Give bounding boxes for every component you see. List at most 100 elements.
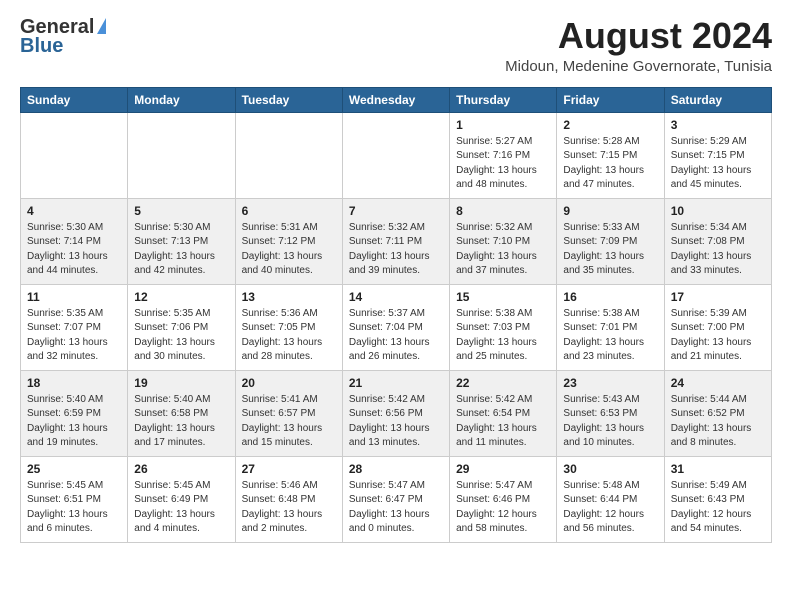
day-info: Sunrise: 5:34 AM Sunset: 7:08 PM Dayligh…: [671, 221, 765, 279]
day-info: Sunrise: 5:41 AM Sunset: 6:57 PM Dayligh…: [242, 393, 336, 451]
calendar-week-row: 18 Sunrise: 5:40 AM Sunset: 6:59 PM Dayli…: [21, 370, 772, 456]
day-info: Sunrise: 5:42 AM Sunset: 6:54 PM Dayligh…: [456, 393, 550, 451]
calendar-header-row: SundayMondayTuesdayWednesdayThursdayFrid…: [21, 87, 772, 112]
month-year-title: August 2024: [505, 16, 772, 56]
day-number: 17: [671, 290, 765, 304]
day-number: 3: [671, 118, 765, 132]
calendar-week-row: 1 Sunrise: 5:27 AM Sunset: 7:16 PM Daylig…: [21, 112, 772, 198]
day-info: Sunrise: 5:32 AM Sunset: 7:10 PM Dayligh…: [456, 221, 550, 279]
day-number: 2: [563, 118, 657, 132]
day-info: Sunrise: 5:35 AM Sunset: 7:07 PM Dayligh…: [27, 307, 121, 365]
page-header: General Blue August 2024 Midoun, Medenin…: [20, 16, 772, 75]
day-info: Sunrise: 5:39 AM Sunset: 7:00 PM Dayligh…: [671, 307, 765, 365]
calendar-cell: 16 Sunrise: 5:38 AM Sunset: 7:01 PM Dayli…: [557, 284, 664, 370]
calendar-header-tuesday: Tuesday: [235, 87, 342, 112]
day-info: Sunrise: 5:35 AM Sunset: 7:06 PM Dayligh…: [134, 307, 228, 365]
day-number: 18: [27, 376, 121, 390]
calendar-cell: [128, 112, 235, 198]
calendar-cell: 10 Sunrise: 5:34 AM Sunset: 7:08 PM Dayli…: [664, 198, 771, 284]
day-number: 7: [349, 204, 443, 218]
day-info: Sunrise: 5:30 AM Sunset: 7:13 PM Dayligh…: [134, 221, 228, 279]
day-info: Sunrise: 5:27 AM Sunset: 7:16 PM Dayligh…: [456, 135, 550, 193]
calendar-cell: 19 Sunrise: 5:40 AM Sunset: 6:58 PM Dayli…: [128, 370, 235, 456]
day-info: Sunrise: 5:45 AM Sunset: 6:51 PM Dayligh…: [27, 479, 121, 537]
calendar-cell: 6 Sunrise: 5:31 AM Sunset: 7:12 PM Daylig…: [235, 198, 342, 284]
day-number: 8: [456, 204, 550, 218]
day-number: 16: [563, 290, 657, 304]
day-info: Sunrise: 5:38 AM Sunset: 7:01 PM Dayligh…: [563, 307, 657, 365]
day-number: 24: [671, 376, 765, 390]
calendar-cell: 7Sunrise: 5:32 AM Sunset: 7:11 PM Daylig…: [342, 198, 449, 284]
day-number: 13: [242, 290, 336, 304]
day-number: 30: [563, 462, 657, 476]
day-number: 20: [242, 376, 336, 390]
day-number: 15: [456, 290, 550, 304]
day-info: Sunrise: 5:38 AM Sunset: 7:03 PM Dayligh…: [456, 307, 550, 365]
calendar-cell: 14 Sunrise: 5:37 AM Sunset: 7:04 PM Dayli…: [342, 284, 449, 370]
day-number: 25: [27, 462, 121, 476]
calendar-cell: 13 Sunrise: 5:36 AM Sunset: 7:05 PM Dayli…: [235, 284, 342, 370]
calendar-header-saturday: Saturday: [664, 87, 771, 112]
calendar-cell: 28 Sunrise: 5:47 AM Sunset: 6:47 PM Dayli…: [342, 456, 449, 542]
calendar-cell: 26Sunrise: 5:45 AM Sunset: 6:49 PM Dayli…: [128, 456, 235, 542]
calendar-cell: 15 Sunrise: 5:38 AM Sunset: 7:03 PM Dayli…: [450, 284, 557, 370]
day-info: Sunrise: 5:49 AM Sunset: 6:43 PM Dayligh…: [671, 479, 765, 537]
day-info: Sunrise: 5:40 AM Sunset: 6:58 PM Dayligh…: [134, 393, 228, 451]
day-info: Sunrise: 5:30 AM Sunset: 7:14 PM Dayligh…: [27, 221, 121, 279]
calendar-cell: [21, 112, 128, 198]
calendar-cell: 21 Sunrise: 5:42 AM Sunset: 6:56 PM Dayli…: [342, 370, 449, 456]
calendar-table: SundayMondayTuesdayWednesdayThursdayFrid…: [20, 87, 772, 543]
calendar-cell: 8 Sunrise: 5:32 AM Sunset: 7:10 PM Daylig…: [450, 198, 557, 284]
day-info: Sunrise: 5:43 AM Sunset: 6:53 PM Dayligh…: [563, 393, 657, 451]
calendar-cell: 18 Sunrise: 5:40 AM Sunset: 6:59 PM Dayli…: [21, 370, 128, 456]
day-number: 11: [27, 290, 121, 304]
calendar-cell: 17 Sunrise: 5:39 AM Sunset: 7:00 PM Dayli…: [664, 284, 771, 370]
day-info: Sunrise: 5:31 AM Sunset: 7:12 PM Dayligh…: [242, 221, 336, 279]
calendar-header-wednesday: Wednesday: [342, 87, 449, 112]
day-number: 9: [563, 204, 657, 218]
calendar-cell: 5Sunrise: 5:30 AM Sunset: 7:13 PM Daylig…: [128, 198, 235, 284]
calendar-week-row: 25 Sunrise: 5:45 AM Sunset: 6:51 PM Dayli…: [21, 456, 772, 542]
calendar-cell: 23Sunrise: 5:43 AM Sunset: 6:53 PM Dayli…: [557, 370, 664, 456]
day-info: Sunrise: 5:46 AM Sunset: 6:48 PM Dayligh…: [242, 479, 336, 537]
day-number: 28: [349, 462, 443, 476]
day-number: 27: [242, 462, 336, 476]
location-subtitle: Midoun, Medenine Governorate, Tunisia: [505, 58, 772, 75]
day-number: 19: [134, 376, 228, 390]
day-number: 29: [456, 462, 550, 476]
calendar-week-row: 4 Sunrise: 5:30 AM Sunset: 7:14 PM Daylig…: [21, 198, 772, 284]
calendar-header-monday: Monday: [128, 87, 235, 112]
calendar-cell: 12Sunrise: 5:35 AM Sunset: 7:06 PM Dayli…: [128, 284, 235, 370]
day-number: 22: [456, 376, 550, 390]
day-info: Sunrise: 5:44 AM Sunset: 6:52 PM Dayligh…: [671, 393, 765, 451]
calendar-cell: 2 Sunrise: 5:28 AM Sunset: 7:15 PM Daylig…: [557, 112, 664, 198]
calendar-cell: 30Sunrise: 5:48 AM Sunset: 6:44 PM Dayli…: [557, 456, 664, 542]
calendar-header-friday: Friday: [557, 87, 664, 112]
day-info: Sunrise: 5:47 AM Sunset: 6:46 PM Dayligh…: [456, 479, 550, 537]
day-info: Sunrise: 5:40 AM Sunset: 6:59 PM Dayligh…: [27, 393, 121, 451]
calendar-cell: 25 Sunrise: 5:45 AM Sunset: 6:51 PM Dayli…: [21, 456, 128, 542]
day-info: Sunrise: 5:47 AM Sunset: 6:47 PM Dayligh…: [349, 479, 443, 537]
title-block: August 2024 Midoun, Medenine Governorate…: [505, 16, 772, 75]
day-number: 4: [27, 204, 121, 218]
day-number: 21: [349, 376, 443, 390]
day-number: 10: [671, 204, 765, 218]
calendar-cell: [235, 112, 342, 198]
day-info: Sunrise: 5:37 AM Sunset: 7:04 PM Dayligh…: [349, 307, 443, 365]
day-info: Sunrise: 5:42 AM Sunset: 6:56 PM Dayligh…: [349, 393, 443, 451]
calendar-cell: 4 Sunrise: 5:30 AM Sunset: 7:14 PM Daylig…: [21, 198, 128, 284]
day-number: 14: [349, 290, 443, 304]
day-info: Sunrise: 5:36 AM Sunset: 7:05 PM Dayligh…: [242, 307, 336, 365]
day-number: 31: [671, 462, 765, 476]
calendar-cell: [342, 112, 449, 198]
day-number: 1: [456, 118, 550, 132]
day-info: Sunrise: 5:28 AM Sunset: 7:15 PM Dayligh…: [563, 135, 657, 193]
calendar-cell: 20 Sunrise: 5:41 AM Sunset: 6:57 PM Dayli…: [235, 370, 342, 456]
calendar-cell: 3 Sunrise: 5:29 AM Sunset: 7:15 PM Daylig…: [664, 112, 771, 198]
calendar-header-thursday: Thursday: [450, 87, 557, 112]
day-info: Sunrise: 5:29 AM Sunset: 7:15 PM Dayligh…: [671, 135, 765, 193]
logo: General Blue: [20, 16, 106, 58]
calendar-cell: 9Sunrise: 5:33 AM Sunset: 7:09 PM Daylig…: [557, 198, 664, 284]
day-number: 6: [242, 204, 336, 218]
calendar-cell: 29 Sunrise: 5:47 AM Sunset: 6:46 PM Dayli…: [450, 456, 557, 542]
